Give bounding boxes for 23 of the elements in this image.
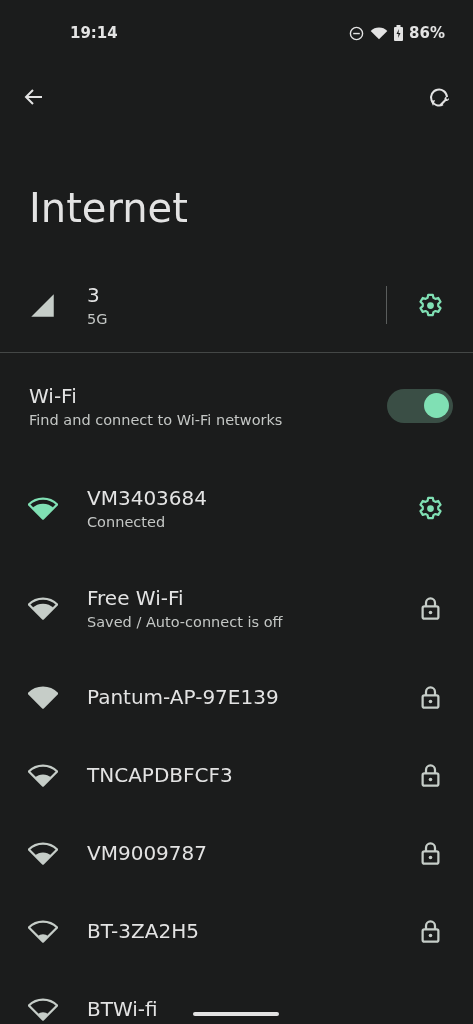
- network-status: Connected: [87, 514, 167, 530]
- do-not-disturb-icon: [349, 25, 365, 41]
- network-name[interactable]: BT-3ZA2H5: [87, 919, 387, 943]
- network-name[interactable]: BTWi-fi: [87, 997, 387, 1021]
- network-name[interactable]: VM9009787: [87, 841, 387, 865]
- network-type: 5G: [87, 311, 109, 327]
- wifi-icon: [370, 26, 389, 40]
- wifi-subtitle: Find and connect to Wi-Fi networks: [29, 411, 284, 428]
- gesture-handle[interactable]: [193, 1012, 279, 1016]
- battery-percent: 86%: [409, 24, 445, 42]
- network-name[interactable]: TNCAPDBFCF3: [87, 763, 387, 787]
- network-name[interactable]: Free Wi-Fi: [87, 586, 387, 610]
- network-name[interactable]: Pantum-AP-97E139: [87, 685, 387, 709]
- network-status: Saved / Auto-connect is off: [87, 614, 284, 630]
- page-title: Internet: [29, 184, 189, 233]
- network-name[interactable]: VM3403684: [87, 486, 387, 510]
- settings-icon[interactable]: [416, 494, 444, 522]
- wifi-toggle[interactable]: [387, 388, 453, 423]
- wifi-title: Wi-Fi: [29, 383, 78, 408]
- settings-icon[interactable]: [416, 291, 444, 319]
- carrier-name: 3: [87, 283, 101, 307]
- clock-time: 19:14: [70, 24, 118, 42]
- battery-charging-icon: [394, 25, 404, 41]
